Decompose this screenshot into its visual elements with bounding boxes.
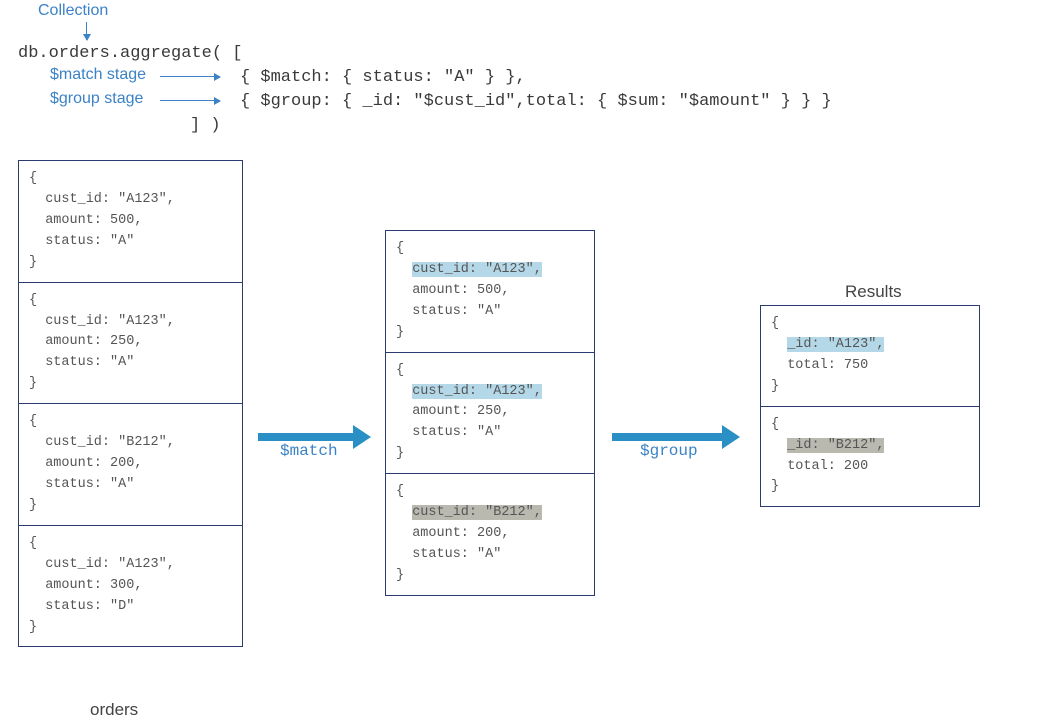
- match-stage-label: $match stage: [50, 66, 146, 84]
- results-collection-box: { _id: "A123", total: 750 } { _id: "B212…: [760, 305, 980, 507]
- code-line-3: { $group: { _id: "$cust_id",total: { $su…: [240, 90, 832, 115]
- result-doc-2: { _id: "B212", total: 200 }: [761, 407, 979, 507]
- order-doc-4: { cust_id: "A123", amount: 300, status: …: [19, 526, 242, 647]
- code-line-2: { $match: { status: "A" } },: [240, 66, 526, 91]
- orders-collection-box: { cust_id: "A123", amount: 500, status: …: [18, 160, 243, 647]
- group-stage-label: $group stage: [50, 90, 143, 108]
- arrow-group-right: [160, 100, 220, 101]
- group-arrow-label: $group: [640, 442, 698, 460]
- code-line-4: ] ): [190, 114, 221, 139]
- arrow-match-right: [160, 76, 220, 77]
- arrow-collection-down: [86, 22, 87, 40]
- result-doc-1: { _id: "A123", total: 750 }: [761, 306, 979, 407]
- matched-collection-box: { cust_id: "A123", amount: 500, status: …: [385, 230, 595, 596]
- collection-label: Collection: [38, 2, 108, 20]
- matched-doc-1: { cust_id: "A123", amount: 500, status: …: [386, 231, 594, 353]
- orders-caption: orders: [90, 700, 138, 720]
- match-arrow-label: $match: [280, 442, 338, 460]
- code-line-1: db.orders.aggregate( [: [18, 42, 242, 67]
- order-doc-3: { cust_id: "B212", amount: 200, status: …: [19, 404, 242, 526]
- results-heading: Results: [845, 282, 902, 302]
- order-doc-1: { cust_id: "A123", amount: 500, status: …: [19, 161, 242, 283]
- order-doc-2: { cust_id: "A123", amount: 250, status: …: [19, 283, 242, 405]
- matched-doc-3: { cust_id: "B212", amount: 200, status: …: [386, 474, 594, 595]
- matched-doc-2: { cust_id: "A123", amount: 250, status: …: [386, 353, 594, 475]
